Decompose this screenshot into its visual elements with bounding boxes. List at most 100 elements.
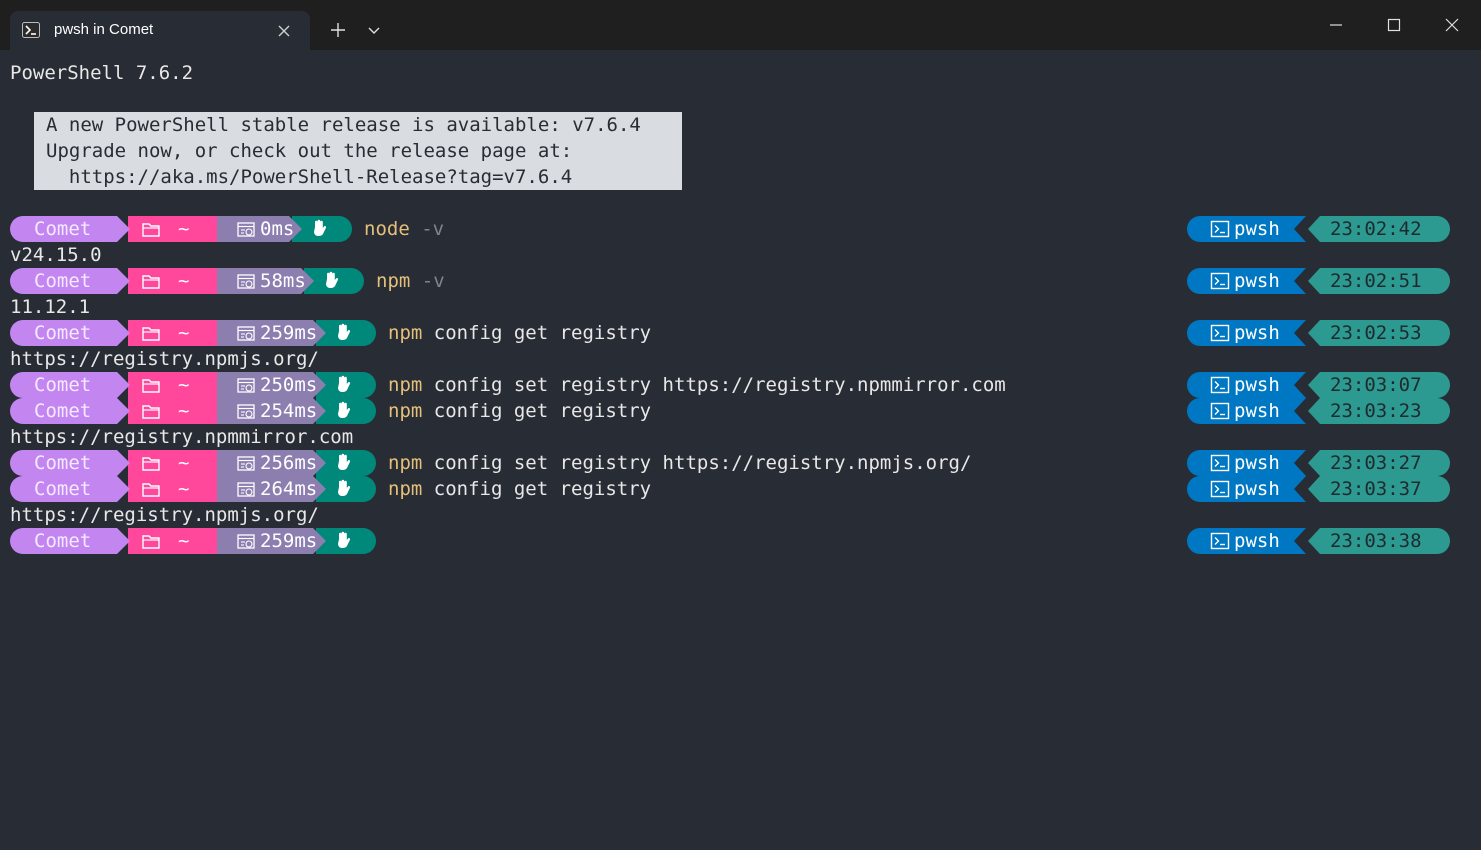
command-name: npm (388, 322, 423, 344)
command-name: npm (388, 374, 423, 396)
minimize-button[interactable] (1307, 0, 1365, 50)
banner-line: https://aka.ms/PowerShell-Release?tag=v7… (46, 166, 573, 188)
command-name: npm (388, 400, 423, 422)
status-hand-icon (322, 268, 340, 294)
folder-icon (141, 268, 161, 294)
terminal-icon (1210, 268, 1230, 294)
execution-time-icon (236, 528, 256, 554)
command-output: v24.15.0 (10, 244, 102, 266)
terminal-icon (1210, 476, 1230, 502)
prompt-line: Comet ~0ms node -v pwsh 23:02:42 (10, 216, 1450, 242)
execution-time-icon (236, 268, 256, 294)
status-hand-icon (334, 450, 352, 476)
folder-icon (141, 320, 161, 346)
prompt-clock: 23:02:51 (1330, 270, 1422, 292)
prompt-shell: pwsh (1234, 270, 1280, 292)
status-hand-icon (334, 476, 352, 502)
prompt-clock: 23:03:27 (1330, 452, 1422, 474)
command-name: npm (388, 452, 423, 474)
prompt-path: ~ (178, 218, 190, 240)
prompt-shell: pwsh (1234, 530, 1280, 552)
prompt-user: Comet (34, 218, 92, 240)
command-output: 11.12.1 (10, 296, 91, 318)
new-tab-button[interactable] (320, 12, 356, 48)
prompt-duration: 259ms (260, 530, 318, 552)
terminal-output[interactable]: PowerShell 7.6.2 A new PowerShell stable… (10, 60, 1470, 840)
folder-icon (141, 372, 161, 398)
prompt-shell: pwsh (1234, 400, 1280, 422)
update-banner: A new PowerShell stable release is avail… (34, 112, 682, 190)
close-tab-icon[interactable] (274, 21, 294, 41)
status-hand-icon (334, 320, 352, 346)
prompt-clock: 23:02:42 (1330, 218, 1422, 240)
prompt-user: Comet (34, 400, 92, 422)
prompt-path: ~ (178, 374, 190, 396)
command-name: npm (388, 478, 423, 500)
terminal-icon (1210, 216, 1230, 242)
folder-icon (141, 216, 161, 242)
typed-command: npm -v (376, 268, 445, 294)
folder-icon (141, 450, 161, 476)
command-args: config get registry (433, 322, 652, 344)
status-hand-icon (310, 216, 328, 242)
command-output: https://registry.npmjs.org/ (10, 348, 319, 370)
command-name: node (364, 218, 410, 240)
typed-command: node -v (364, 216, 444, 242)
typed-command: npm config get registry (388, 320, 651, 346)
command-args: -v (421, 218, 445, 240)
prompt-path: ~ (178, 400, 190, 422)
prompt-duration: 259ms (260, 322, 318, 344)
prompt-user: Comet (34, 530, 92, 552)
prompt-path: ~ (178, 530, 190, 552)
prompt-path: ~ (178, 322, 190, 344)
prompt-line: Comet ~264ms npm config get registry pwsh 23… (10, 476, 1450, 502)
command-args: -v (421, 270, 445, 292)
typed-command: npm config set registry https://registry… (388, 450, 971, 476)
terminal-icon (1210, 528, 1230, 554)
typed-command: npm config set registry https://registry… (388, 372, 1006, 398)
execution-time-icon (236, 450, 256, 476)
prompt-path: ~ (178, 270, 190, 292)
prompt-user: Comet (34, 452, 92, 474)
prompt-duration: 254ms (260, 400, 318, 422)
status-hand-icon (334, 398, 352, 424)
tab-pwsh[interactable]: pwsh in Comet (10, 11, 310, 50)
title-bar: pwsh in Comet (0, 0, 1481, 50)
prompt-duration: 250ms (260, 374, 318, 396)
folder-icon (141, 476, 161, 502)
command-output: https://registry.npmjs.org/ (10, 504, 319, 526)
prompt-line: Comet ~58ms npm -v pwsh 23:02:51 (10, 268, 1450, 294)
execution-time-icon (236, 476, 256, 502)
prompt-duration: 264ms (260, 478, 318, 500)
prompt-shell: pwsh (1234, 478, 1280, 500)
prompt-user: Comet (34, 374, 92, 396)
terminal-icon (1210, 320, 1230, 346)
prompt-line: Comet ~259ms npm config get registry pwsh 23… (10, 320, 1450, 346)
maximize-button[interactable] (1365, 0, 1423, 50)
prompt-shell: pwsh (1234, 218, 1280, 240)
prompt-duration: 256ms (260, 452, 318, 474)
tab-title: pwsh in Comet (54, 21, 154, 38)
terminal-icon (1210, 398, 1230, 424)
execution-time-icon (236, 216, 256, 242)
command-args: config set registry https://registry.npm… (433, 374, 1006, 396)
prompt-shell: pwsh (1234, 374, 1280, 396)
typed-command: npm config get registry (388, 398, 651, 424)
command-args: config get registry (433, 478, 652, 500)
prompt-duration: 58ms (260, 270, 306, 292)
close-window-button[interactable] (1423, 0, 1481, 50)
command-args: config get registry (433, 400, 652, 422)
banner-line: A new PowerShell stable release is avail… (46, 114, 641, 136)
prompt-clock: 23:03:37 (1330, 478, 1422, 500)
prompt-duration: 0ms (260, 218, 295, 240)
prompt-user: Comet (34, 270, 92, 292)
prompt-line: Comet ~259ms pwsh 23:03:38 (10, 528, 1450, 554)
prompt-line: Comet ~254ms npm config get registry pwsh 23… (10, 398, 1450, 424)
prompt-clock: 23:03:23 (1330, 400, 1422, 422)
execution-time-icon (236, 320, 256, 346)
prompt-path: ~ (178, 452, 190, 474)
tab-dropdown-button[interactable] (356, 12, 392, 48)
execution-time-icon (236, 398, 256, 424)
command-output: https://registry.npmmirror.com (10, 426, 354, 448)
prompt-clock: 23:02:53 (1330, 322, 1422, 344)
